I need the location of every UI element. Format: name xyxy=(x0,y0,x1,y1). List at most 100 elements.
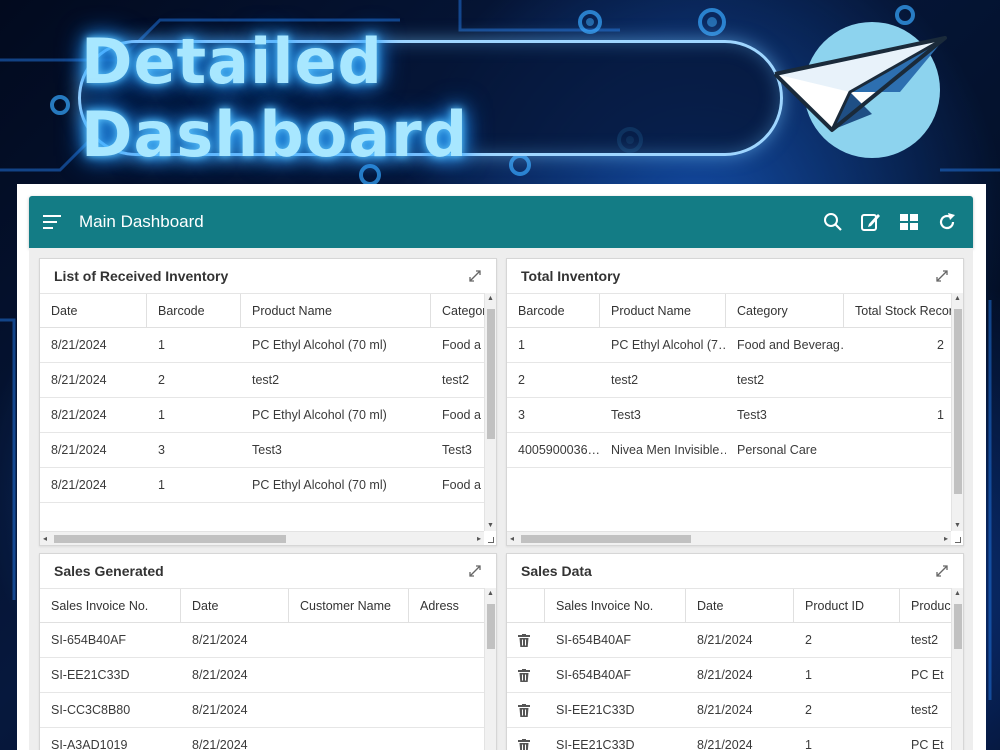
vertical-scrollbar[interactable]: ▲ xyxy=(484,588,496,750)
scroll-thumb[interactable] xyxy=(954,309,962,494)
column-header[interactable]: Total Stock Record xyxy=(844,294,954,327)
panel-received-inventory: List of Received Inventory Date Barcode … xyxy=(39,258,497,546)
cell-product-id: 1 xyxy=(805,738,812,750)
table-row[interactable]: 8/21/2024 1 PC Ethyl Alcohol (70 ml) Foo… xyxy=(40,328,496,363)
trash-icon[interactable] xyxy=(507,623,545,657)
scroll-thumb[interactable] xyxy=(521,535,691,543)
trash-icon[interactable] xyxy=(507,693,545,727)
scroll-thumb[interactable] xyxy=(954,604,962,649)
table-row[interactable]: 8/21/2024 2 test2 test2 xyxy=(40,363,496,398)
cell-invoice: SI-EE21C33D xyxy=(556,703,635,717)
panel-title: Sales Generated xyxy=(54,563,164,579)
column-header[interactable]: Product ID xyxy=(794,589,900,622)
table-row[interactable]: SI-654B40AF 8/21/2024 xyxy=(40,623,496,658)
column-header[interactable]: Adress xyxy=(409,589,489,622)
scroll-right-icon[interactable]: ▸ xyxy=(477,534,481,543)
grid-header-row: Sales Invoice No. Date Customer Name Adr… xyxy=(40,588,496,623)
cell-date: 8/21/2024 xyxy=(697,738,753,750)
cell-product: PC Ethy xyxy=(911,738,944,750)
table-row[interactable]: 1 PC Ethyl Alcohol (7… Food and Beverag…… xyxy=(507,328,963,363)
cell-address xyxy=(409,658,489,692)
vertical-scrollbar[interactable]: ▲ ▼ xyxy=(484,293,496,531)
total-inventory-grid: Barcode Product Name Category Total Stoc… xyxy=(507,293,963,545)
expand-icon[interactable] xyxy=(468,564,482,578)
cell-date: 8/21/2024 xyxy=(51,408,107,422)
horizontal-scrollbar[interactable]: ◂ ▸ xyxy=(507,531,951,545)
cell-product: test2 xyxy=(911,703,939,717)
received-grid: Date Barcode Product Name Categor 8/21/2… xyxy=(40,293,496,545)
table-row[interactable]: SI-654B40AF 8/21/2024 2 test2 xyxy=(507,623,963,658)
column-header[interactable]: Date xyxy=(686,589,794,622)
menu-icon[interactable] xyxy=(43,210,67,234)
column-header[interactable]: Date xyxy=(181,589,289,622)
cell-stock: 2 xyxy=(937,338,944,352)
column-header[interactable]: Categor xyxy=(431,294,491,327)
column-header[interactable]: Produc xyxy=(900,589,952,622)
cell-product: PC Ethyl Alcohol (70 ml) xyxy=(252,338,387,352)
column-header[interactable]: Product Name xyxy=(600,294,726,327)
table-row[interactable]: SI-CC3C8B80 8/21/2024 xyxy=(40,693,496,728)
panel-header: Sales Generated xyxy=(40,554,496,588)
table-row[interactable]: SI-654B40AF 8/21/2024 1 PC Ethy xyxy=(507,658,963,693)
scroll-thumb[interactable] xyxy=(487,604,495,649)
expand-icon[interactable] xyxy=(935,269,949,283)
horizontal-scrollbar[interactable]: ◂ ▸ xyxy=(40,531,484,545)
scroll-up-icon[interactable]: ▲ xyxy=(487,590,494,597)
table-row[interactable]: SI-EE21C33D 8/21/2024 2 test2 xyxy=(507,693,963,728)
cell-category: Food ar xyxy=(442,408,481,422)
trash-icon[interactable] xyxy=(507,728,545,750)
layout-icon[interactable] xyxy=(897,210,921,234)
table-row[interactable]: 8/21/2024 1 PC Ethyl Alcohol (70 ml) Foo… xyxy=(40,468,496,503)
scroll-left-icon[interactable]: ◂ xyxy=(43,534,47,543)
table-row[interactable]: SI-EE21C33D 8/21/2024 xyxy=(40,658,496,693)
scroll-left-icon[interactable]: ◂ xyxy=(510,534,514,543)
table-row[interactable]: 4005900036… Nivea Men Invisible… Persona… xyxy=(507,433,963,468)
cell-barcode: 4005900036… xyxy=(518,443,600,457)
cell-product: test2 xyxy=(611,373,639,387)
vertical-scrollbar[interactable]: ▲ ▼ xyxy=(951,293,963,531)
expand-icon[interactable] xyxy=(935,564,949,578)
column-header[interactable]: Sales Invoice No. xyxy=(40,589,181,622)
table-row[interactable]: 8/21/2024 3 Test3 Test3 xyxy=(40,433,496,468)
column-header[interactable]: Category xyxy=(726,294,844,327)
resize-handle[interactable] xyxy=(488,537,494,543)
panel-total-inventory: Total Inventory Barcode Product Name Cat… xyxy=(506,258,964,546)
scroll-down-icon[interactable]: ▼ xyxy=(954,522,961,529)
column-header[interactable]: Sales Invoice No. xyxy=(545,589,686,622)
column-header[interactable]: Customer Name xyxy=(289,589,409,622)
column-header[interactable]: Barcode xyxy=(507,294,600,327)
panel-sales-generated: Sales Generated Sales Invoice No. Date C… xyxy=(39,553,497,750)
scroll-thumb[interactable] xyxy=(54,535,286,543)
cell-stock xyxy=(844,363,944,397)
table-row[interactable]: SI-A3AD1019 8/21/2024 xyxy=(40,728,496,750)
table-row[interactable]: 8/21/2024 1 PC Ethyl Alcohol (70 ml) Foo… xyxy=(40,398,496,433)
cell-stock xyxy=(844,433,944,467)
scroll-right-icon[interactable]: ▸ xyxy=(944,534,948,543)
column-header[interactable]: Product Name xyxy=(241,294,431,327)
cell-category: Test3 xyxy=(737,408,767,422)
scroll-up-icon[interactable]: ▲ xyxy=(954,590,961,597)
scroll-down-icon[interactable]: ▼ xyxy=(487,522,494,529)
panel-title: List of Received Inventory xyxy=(54,268,229,284)
table-row[interactable]: 3 Test3 Test3 1 xyxy=(507,398,963,433)
vertical-scrollbar[interactable]: ▲ xyxy=(951,588,963,750)
app-topbar: Main Dashboard xyxy=(29,196,973,248)
column-header[interactable]: Date xyxy=(40,294,147,327)
edit-icon[interactable] xyxy=(859,210,883,234)
column-header[interactable]: Barcode xyxy=(147,294,241,327)
refresh-icon[interactable] xyxy=(935,210,959,234)
scroll-up-icon[interactable]: ▲ xyxy=(487,295,494,302)
table-row[interactable]: 2 test2 test2 xyxy=(507,363,963,398)
scroll-up-icon[interactable]: ▲ xyxy=(954,295,961,302)
trash-icon[interactable] xyxy=(507,658,545,692)
cell-stock: 1 xyxy=(937,408,944,422)
cell-barcode: 3 xyxy=(518,408,525,422)
search-icon[interactable] xyxy=(821,210,845,234)
scroll-thumb[interactable] xyxy=(487,309,495,439)
cell-product: PC Ethyl Alcohol (70 ml) xyxy=(252,408,387,422)
resize-handle[interactable] xyxy=(955,537,961,543)
cell-customer xyxy=(289,693,409,727)
cell-category: test2 xyxy=(737,373,765,387)
table-row[interactable]: SI-EE21C33D 8/21/2024 1 PC Ethy xyxy=(507,728,963,750)
expand-icon[interactable] xyxy=(468,269,482,283)
